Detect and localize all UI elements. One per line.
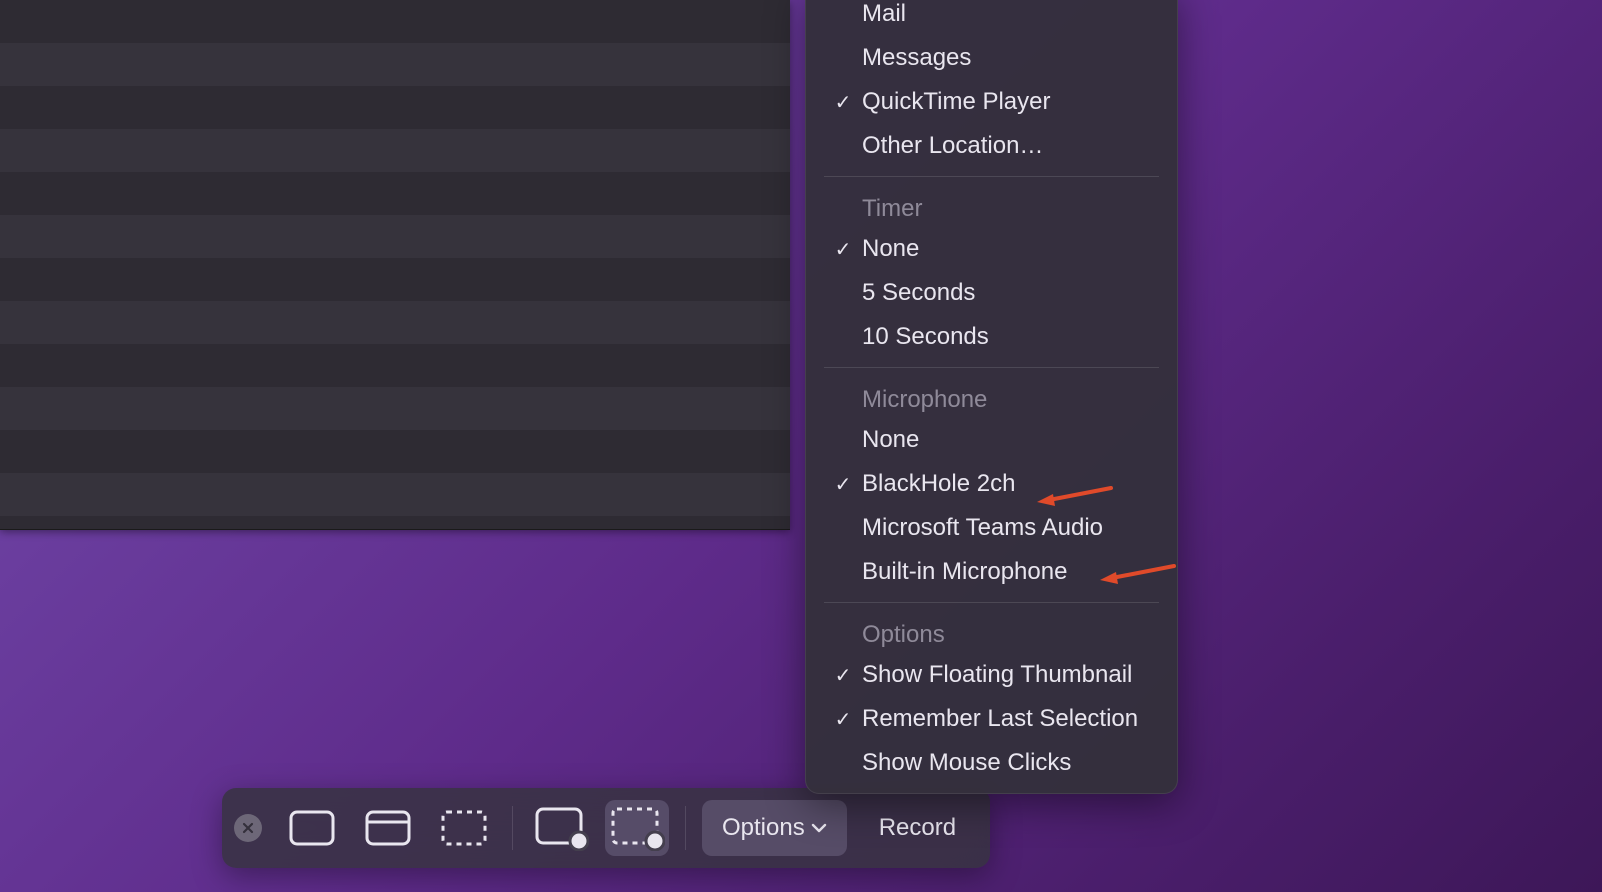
screen-icon (287, 808, 337, 848)
close-button[interactable] (234, 814, 262, 842)
menu-item-other-location[interactable]: Other Location… (806, 124, 1177, 168)
menu-item-mic-none[interactable]: None (806, 418, 1177, 462)
check-icon: ✓ (832, 472, 854, 497)
menu-separator (824, 602, 1159, 603)
menu-item-label: BlackHole 2ch (862, 470, 1015, 498)
menu-separator (824, 367, 1159, 368)
capture-selected-window-button[interactable] (356, 800, 420, 856)
menu-item-label: Built-in Microphone (862, 558, 1067, 586)
record-selection-icon (609, 805, 665, 851)
toolbar-separator (512, 806, 513, 850)
menu-section-timer: Timer (806, 185, 1177, 227)
menu-item-timer-none[interactable]: ✓ None (806, 227, 1177, 271)
menu-item-label: Mail (862, 0, 906, 28)
menu-item-mic-teams[interactable]: Microsoft Teams Audio (806, 506, 1177, 550)
menu-item-label: Show Mouse Clicks (862, 749, 1071, 777)
menu-item-label: Show Floating Thumbnail (862, 661, 1132, 689)
menu-item-label: Microsoft Teams Audio (862, 514, 1103, 542)
options-menu: Mail Messages ✓ QuickTime Player Other L… (805, 0, 1178, 794)
menu-item-label: None (862, 235, 919, 263)
menu-item-timer-5sec[interactable]: 5 Seconds (806, 271, 1177, 315)
record-screen-icon (533, 805, 589, 851)
record-button[interactable]: Record (859, 800, 976, 856)
menu-section-microphone: Microphone (806, 376, 1177, 418)
window-icon (363, 808, 413, 848)
menu-item-label: 5 Seconds (862, 279, 975, 307)
record-selected-portion-button[interactable] (605, 800, 669, 856)
menu-item-remember-selection[interactable]: ✓ Remember Last Selection (806, 697, 1177, 741)
check-icon: ✓ (832, 707, 854, 732)
menu-item-timer-10sec[interactable]: 10 Seconds (806, 315, 1177, 359)
menu-item-messages[interactable]: Messages (806, 36, 1177, 80)
annotation-arrow (1098, 562, 1178, 586)
options-button[interactable]: Options (702, 800, 847, 856)
options-label: Options (722, 814, 805, 842)
menu-item-mic-blackhole[interactable]: ✓ BlackHole 2ch (806, 462, 1177, 506)
menu-item-label: Remember Last Selection (862, 705, 1138, 733)
menu-item-label: 10 Seconds (862, 323, 989, 351)
menu-item-mail[interactable]: Mail (806, 0, 1177, 36)
menu-item-label: Other Location… (862, 132, 1043, 160)
menu-item-quicktime-player[interactable]: ✓ QuickTime Player (806, 80, 1177, 124)
menu-item-show-thumbnail[interactable]: ✓ Show Floating Thumbnail (806, 653, 1177, 697)
menu-item-label: QuickTime Player (862, 88, 1050, 116)
menu-item-label: Messages (862, 44, 971, 72)
annotation-arrow (1035, 484, 1115, 508)
menu-section-options: Options (806, 611, 1177, 653)
menu-separator (824, 176, 1159, 177)
background-window (0, 0, 790, 530)
record-entire-screen-button[interactable] (529, 800, 593, 856)
menu-item-label: None (862, 426, 919, 454)
toolbar-separator (685, 806, 686, 850)
chevron-down-icon (811, 823, 827, 833)
menu-item-show-mouse-clicks[interactable]: Show Mouse Clicks (806, 741, 1177, 785)
check-icon: ✓ (832, 663, 854, 688)
check-icon: ✓ (832, 90, 854, 115)
capture-selected-portion-button[interactable] (432, 800, 496, 856)
screenshot-toolbar: Options Record (222, 788, 990, 868)
selection-icon (439, 808, 489, 848)
capture-entire-screen-button[interactable] (280, 800, 344, 856)
close-icon (241, 821, 255, 835)
check-icon: ✓ (832, 237, 854, 262)
record-label: Record (879, 814, 956, 842)
